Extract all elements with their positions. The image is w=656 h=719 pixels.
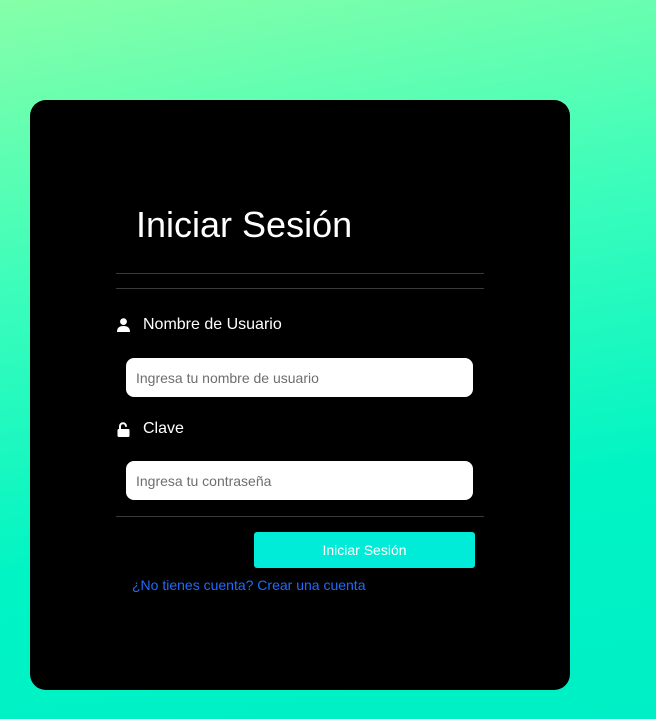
- create-account-link[interactable]: ¿No tienes cuenta? Crear una cuenta: [132, 577, 365, 593]
- password-input[interactable]: [126, 461, 473, 500]
- unlock-icon: [116, 421, 130, 437]
- user-icon: [116, 317, 130, 333]
- title-divider-top: [116, 273, 484, 274]
- page-title: Iniciar Sesión: [136, 204, 353, 245]
- password-label-text: Clave: [143, 420, 184, 437]
- username-label-text: Nombre de Usuario: [143, 316, 282, 333]
- form-divider: [116, 516, 484, 517]
- login-card: Iniciar Sesión Nombre de Usuario Clave I…: [30, 100, 570, 690]
- title-divider-bottom: [116, 288, 484, 289]
- login-button[interactable]: Iniciar Sesión: [254, 532, 475, 568]
- username-label: Nombre de Usuario: [116, 315, 282, 335]
- password-label: Clave: [116, 419, 184, 439]
- username-input[interactable]: [126, 358, 473, 397]
